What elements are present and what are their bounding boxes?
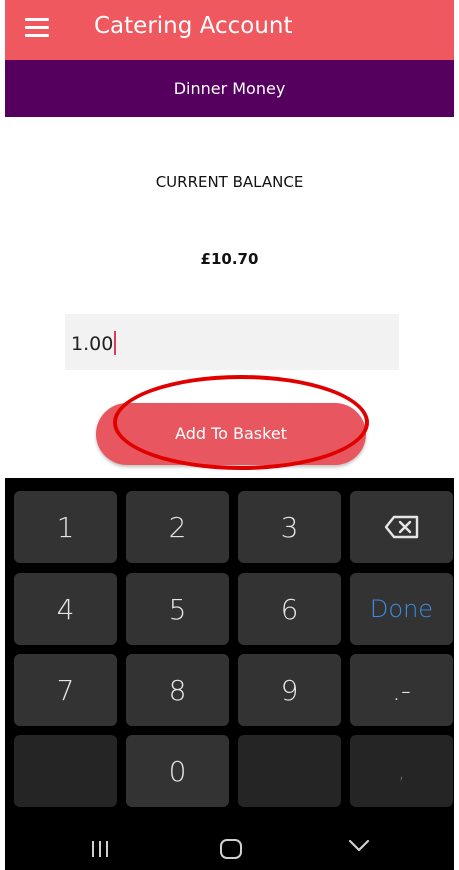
- page-title: Catering Account: [94, 13, 293, 39]
- system-nav-bar: [5, 822, 454, 870]
- amount-value-text: 1.00: [71, 333, 114, 355]
- add-to-basket-button[interactable]: Add To Basket: [96, 403, 366, 465]
- decimal-minus-key[interactable]: .-: [350, 654, 453, 726]
- comma-key[interactable]: ,: [350, 735, 453, 807]
- key-7[interactable]: 7: [14, 654, 117, 726]
- key-1[interactable]: 1: [14, 491, 117, 563]
- key-9[interactable]: 9: [238, 654, 341, 726]
- key-4[interactable]: 4: [14, 573, 117, 645]
- key-8[interactable]: 8: [126, 654, 229, 726]
- section-header: Dinner Money: [5, 60, 454, 117]
- app-screen: Catering Account Dinner Money CURRENT BA…: [5, 0, 454, 870]
- done-key[interactable]: Done: [350, 573, 453, 645]
- key-5[interactable]: 5: [126, 573, 229, 645]
- key-3[interactable]: 3: [238, 491, 341, 563]
- balance-value: £10.70: [200, 250, 259, 268]
- key-blank: [238, 735, 341, 807]
- key-0[interactable]: 0: [126, 735, 229, 807]
- app-bar: Catering Account: [5, 0, 454, 60]
- key-6[interactable]: 6: [238, 573, 341, 645]
- home-icon[interactable]: [220, 839, 242, 859]
- backspace-key[interactable]: [350, 491, 453, 563]
- add-to-basket-label: Add To Basket: [175, 424, 287, 443]
- text-cursor: [114, 331, 117, 355]
- amount-input[interactable]: 1.00: [65, 314, 399, 370]
- numeric-keyboard: 1 2 3 4 5 6 Done 7 8 9 .- 0 ,: [5, 478, 454, 870]
- key-2[interactable]: 2: [126, 491, 229, 563]
- backspace-icon: [384, 515, 418, 539]
- amount-input-value: 1.00: [71, 331, 117, 355]
- section-title: Dinner Money: [173, 79, 286, 98]
- key-blank: [14, 735, 117, 807]
- recent-apps-icon[interactable]: [92, 841, 110, 857]
- balance-label: CURRENT BALANCE: [155, 173, 304, 191]
- back-icon[interactable]: [348, 838, 370, 854]
- hamburger-menu-icon[interactable]: [25, 18, 51, 40]
